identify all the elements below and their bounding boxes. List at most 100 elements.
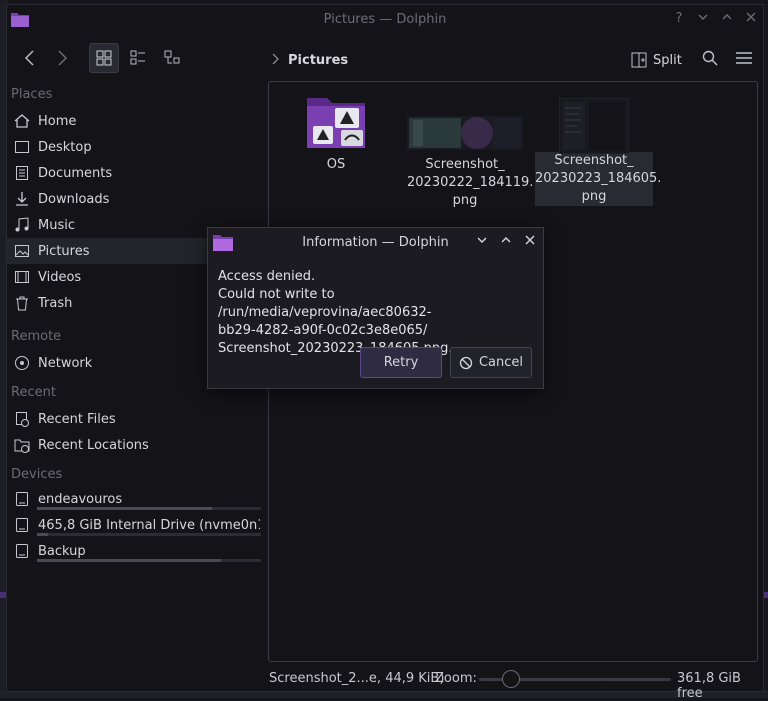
- recent-files-icon: [13, 410, 31, 428]
- cancel-icon: [459, 356, 473, 369]
- drive-icon: [13, 542, 31, 560]
- menu-button[interactable]: [729, 43, 759, 73]
- device-usage-bar-backup: [37, 559, 261, 562]
- dialog-title: Information — Dolphin: [302, 235, 449, 250]
- device-usage-bar-endeavouros: [37, 507, 261, 510]
- trash-icon: [13, 294, 31, 312]
- folder-icon: [305, 94, 367, 150]
- cancel-button[interactable]: Cancel: [450, 347, 532, 378]
- free-space-bar: [605, 678, 671, 681]
- sidebar-item-label: Recent Files: [38, 411, 116, 427]
- device-usage-fill: [37, 507, 212, 510]
- file-name: Screenshot_ 20230223_184605. png: [535, 152, 662, 206]
- network-icon: [13, 354, 31, 372]
- sidebar-item-desktop[interactable]: Desktop: [7, 134, 265, 160]
- grid-view-icon: [96, 50, 112, 66]
- retry-label: Retry: [383, 355, 419, 370]
- file-name-line: png: [452, 193, 478, 208]
- sidebar-item-label: Documents: [38, 165, 113, 181]
- pictures-icon: [13, 242, 31, 260]
- forward-button[interactable]: [47, 43, 77, 73]
- zoom-slider-handle[interactable]: [502, 670, 520, 688]
- file-item-os[interactable]: OS: [289, 94, 383, 174]
- forward-icon: [58, 50, 68, 66]
- image-thumbnail-icon: [558, 97, 630, 155]
- search-icon: [702, 50, 718, 66]
- image-thumbnail-icon: [407, 94, 523, 150]
- file-name-line: Screenshot_: [425, 157, 505, 172]
- file-item-screenshot-20230222[interactable]: Screenshot_ 20230222_184119. png: [407, 94, 534, 210]
- sidebar-item-recent-files[interactable]: Recent Files: [7, 406, 265, 432]
- details-view-icon: [164, 50, 180, 64]
- file-name-line: Screenshot_: [554, 153, 634, 168]
- sidebar-item-documents[interactable]: Documents: [7, 160, 265, 186]
- toolbar: Pictures Split: [7, 35, 763, 79]
- device-usage-fill: [37, 559, 221, 562]
- recent-locations-icon: [13, 436, 31, 454]
- selection-info: Screenshot_2...e, 44,9 KiB): [269, 671, 445, 686]
- documents-icon: [13, 164, 31, 182]
- split-button[interactable]: Split: [631, 49, 682, 71]
- split-icon: [631, 52, 647, 68]
- message-line: bb29-4282-a90f-0c02c3e8e065/: [218, 323, 428, 338]
- dialog-minimize-button[interactable]: [474, 234, 490, 250]
- home-icon: [13, 112, 31, 130]
- file-name: Screenshot_ 20230222_184119. png: [407, 156, 534, 210]
- breadcrumb-chevron-icon: [271, 53, 279, 69]
- sidebar-item-label: endeavouros: [38, 491, 123, 507]
- dialog-message: Access denied. Could not write to /run/m…: [218, 268, 543, 358]
- back-icon: [24, 50, 34, 66]
- sidebar-item-label: Desktop: [38, 139, 92, 155]
- sidebar-item-label: Home: [38, 113, 77, 129]
- hamburger-menu-icon: [736, 52, 752, 64]
- minimize-button[interactable]: [695, 11, 711, 27]
- breadcrumb-pictures[interactable]: Pictures: [288, 53, 348, 68]
- back-button[interactable]: [15, 43, 45, 73]
- file-item-screenshot-20230223[interactable]: Screenshot_ 20230223_184605. png: [535, 94, 662, 206]
- section-places: Places: [11, 87, 53, 102]
- file-name-line: 20230222_184119.: [407, 175, 534, 190]
- section-recent: Recent: [11, 385, 56, 400]
- zoom-label: Zoom:: [435, 671, 477, 686]
- cancel-label: Cancel: [478, 355, 524, 370]
- sidebar-item-label: Trash: [38, 295, 73, 311]
- message-line: Could not write to /run/media/veprovina/…: [218, 287, 432, 320]
- sidebar-item-label: Music: [38, 217, 75, 233]
- sidebar-item-home[interactable]: Home: [7, 108, 265, 134]
- section-remote: Remote: [11, 329, 62, 344]
- title-bar: Pictures — Dolphin ?: [7, 5, 763, 33]
- compact-view-button[interactable]: [123, 43, 153, 73]
- sidebar-item-label: Pictures: [38, 243, 90, 259]
- device-usage-fill: [37, 533, 49, 536]
- icons-view-button[interactable]: [89, 43, 119, 73]
- maximize-button[interactable]: [719, 11, 735, 27]
- details-view-button[interactable]: [157, 43, 187, 73]
- window-title: Pictures — Dolphin: [323, 12, 447, 27]
- retry-button[interactable]: Retry: [360, 347, 442, 378]
- device-usage-bar-internal-drive: [37, 533, 261, 536]
- close-button[interactable]: [743, 11, 759, 27]
- section-devices: Devices: [11, 467, 63, 482]
- drive-icon: [13, 516, 31, 534]
- sidebar-item-recent-locations[interactable]: Recent Locations: [7, 432, 265, 458]
- file-name: OS: [326, 157, 346, 172]
- drive-icon: [13, 490, 31, 508]
- downloads-icon: [13, 190, 31, 208]
- file-name-line: png: [581, 189, 607, 204]
- compact-view-icon: [130, 50, 145, 65]
- search-button[interactable]: [695, 43, 725, 73]
- sidebar-item-downloads[interactable]: Downloads: [7, 186, 265, 212]
- information-dialog: Information — Dolphin Access denied. Cou…: [207, 227, 544, 389]
- music-icon: [13, 216, 31, 234]
- help-icon[interactable]: ?: [671, 11, 687, 27]
- zoom-slider-track[interactable]: [479, 678, 607, 681]
- free-space-label: 361,8 GiB free: [677, 671, 741, 701]
- sidebar-item-label: Videos: [38, 269, 82, 285]
- sidebar-item-label: 465,8 GiB Internal Drive (nvme0n1...: [38, 517, 260, 533]
- sidebar-item-label: Recent Locations: [38, 437, 149, 453]
- file-name-line: 20230223_184605.: [535, 171, 662, 186]
- sidebar-item-label: Network: [38, 355, 93, 371]
- message-line: Access denied.: [218, 269, 316, 284]
- dialog-close-button[interactable]: [522, 234, 538, 250]
- dialog-maximize-button[interactable]: [498, 234, 514, 250]
